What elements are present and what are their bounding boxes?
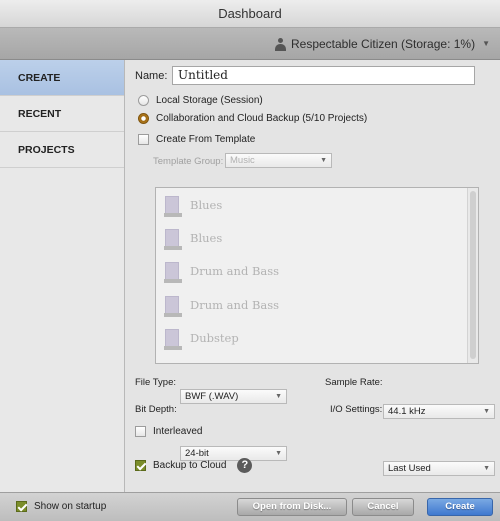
account-bar: Respectable Citizen (Storage: 1%) ▼ — [0, 28, 500, 60]
document-icon — [164, 229, 182, 251]
cloud-option[interactable]: Collaboration and Cloud Backup (5/10 Pro… — [138, 113, 367, 124]
template-group-value: Music — [230, 155, 255, 166]
document-icon — [164, 262, 182, 284]
name-field[interactable]: Untitled — [172, 66, 475, 85]
title-bar: Dashboard — [0, 0, 500, 28]
name-label: Name: — [135, 70, 168, 82]
local-storage-radio[interactable] — [138, 95, 149, 106]
file-type-label: File Type: — [135, 377, 177, 388]
document-icon — [164, 295, 182, 317]
create-from-template-checkbox[interactable] — [138, 134, 149, 145]
chevron-down-icon: ▼ — [275, 450, 282, 457]
scroll-thumb[interactable] — [470, 191, 476, 359]
create-panel: Name: Untitled Local Storage (Session) C… — [126, 60, 500, 492]
file-type-value: BWF (.WAV) — [185, 391, 239, 402]
interleaved-option[interactable]: Interleaved — [135, 426, 202, 437]
bit-depth-label: Bit Depth: — [135, 404, 177, 415]
show-on-startup-label: Show on startup — [34, 501, 107, 512]
chevron-down-icon: ▼ — [482, 39, 490, 48]
document-icon — [164, 195, 182, 217]
file-type-select[interactable]: BWF (.WAV) ▼ — [180, 389, 287, 404]
account-menu[interactable]: Respectable Citizen (Storage: 1%) ▼ — [274, 28, 490, 60]
sample-rate-label: Sample Rate: — [325, 377, 383, 388]
chevron-down-icon: ▼ — [320, 157, 327, 164]
chevron-down-icon: ▼ — [275, 393, 282, 400]
template-name: Drum and Bass — [190, 297, 280, 312]
create-from-template-option[interactable]: Create From Template — [138, 134, 255, 145]
local-storage-label: Local Storage (Session) — [156, 95, 263, 106]
show-on-startup-option[interactable]: Show on startup — [16, 501, 106, 512]
list-item[interactable]: Dubstep — [156, 322, 478, 355]
chevron-down-icon: ▼ — [483, 465, 490, 472]
show-on-startup-checkbox[interactable] — [16, 501, 27, 512]
cloud-label: Collaboration and Cloud Backup (5/10 Pro… — [156, 113, 368, 124]
sidebar-item-label: RECENT — [18, 108, 62, 120]
sidebar: CREATE RECENT PROJECTS — [0, 60, 125, 492]
person-icon — [274, 37, 286, 51]
template-group-select[interactable]: Music ▼ — [225, 153, 332, 168]
account-label: Respectable Citizen (Storage: 1%) — [290, 37, 476, 51]
io-settings-select[interactable]: Last Used ▼ — [383, 461, 495, 476]
list-scrollbar[interactable] — [467, 188, 478, 363]
cancel-button[interactable]: Cancel — [352, 498, 414, 516]
chevron-down-icon: ▼ — [483, 408, 490, 415]
list-item[interactable]: Blues — [156, 188, 478, 221]
backup-to-cloud-option[interactable]: Backup to Cloud ? — [135, 458, 253, 473]
sidebar-item-recent[interactable]: RECENT — [0, 96, 124, 132]
sidebar-item-label: CREATE — [18, 72, 61, 84]
sample-rate-value: 44.1 kHz — [388, 406, 426, 417]
cloud-radio[interactable] — [138, 113, 149, 124]
create-button[interactable]: Create — [427, 498, 493, 516]
template-name: Dubstep — [190, 331, 239, 346]
sample-rate-select[interactable]: 44.1 kHz ▼ — [383, 404, 495, 419]
list-item[interactable]: Drum and Bass — [156, 255, 478, 288]
backup-to-cloud-checkbox[interactable] — [135, 460, 146, 471]
io-settings-label: I/O Settings: — [330, 404, 383, 415]
list-item[interactable]: Blues — [156, 221, 478, 254]
template-name: Blues — [190, 197, 223, 212]
sidebar-item-projects[interactable]: PROJECTS — [0, 132, 124, 168]
template-group-label: Template Group: — [153, 156, 224, 167]
template-list[interactable]: Blues Blues Drum and Bass Drum and Bass … — [155, 187, 479, 364]
bottom-bar: Show on startup Open from Disk... Cancel… — [0, 492, 500, 521]
io-settings-value: Last Used — [388, 463, 431, 474]
open-from-disk-button[interactable]: Open from Disk... — [237, 498, 347, 516]
window-title: Dashboard — [218, 6, 282, 21]
help-icon[interactable]: ? — [237, 458, 253, 473]
template-name: Blues — [190, 231, 223, 246]
local-storage-option[interactable]: Local Storage (Session) — [138, 95, 263, 106]
dashboard-window: Dashboard Respectable Citizen (Storage: … — [0, 0, 500, 521]
create-from-template-label: Create From Template — [156, 134, 256, 145]
interleaved-label: Interleaved — [153, 426, 203, 437]
sidebar-item-create[interactable]: CREATE — [0, 60, 124, 96]
backup-to-cloud-label: Backup to Cloud — [153, 460, 227, 471]
document-icon — [164, 329, 182, 351]
interleaved-checkbox[interactable] — [135, 426, 146, 437]
template-name: Drum and Bass — [190, 264, 280, 279]
sidebar-item-label: PROJECTS — [18, 144, 75, 156]
list-item[interactable]: Drum and Bass — [156, 288, 478, 321]
